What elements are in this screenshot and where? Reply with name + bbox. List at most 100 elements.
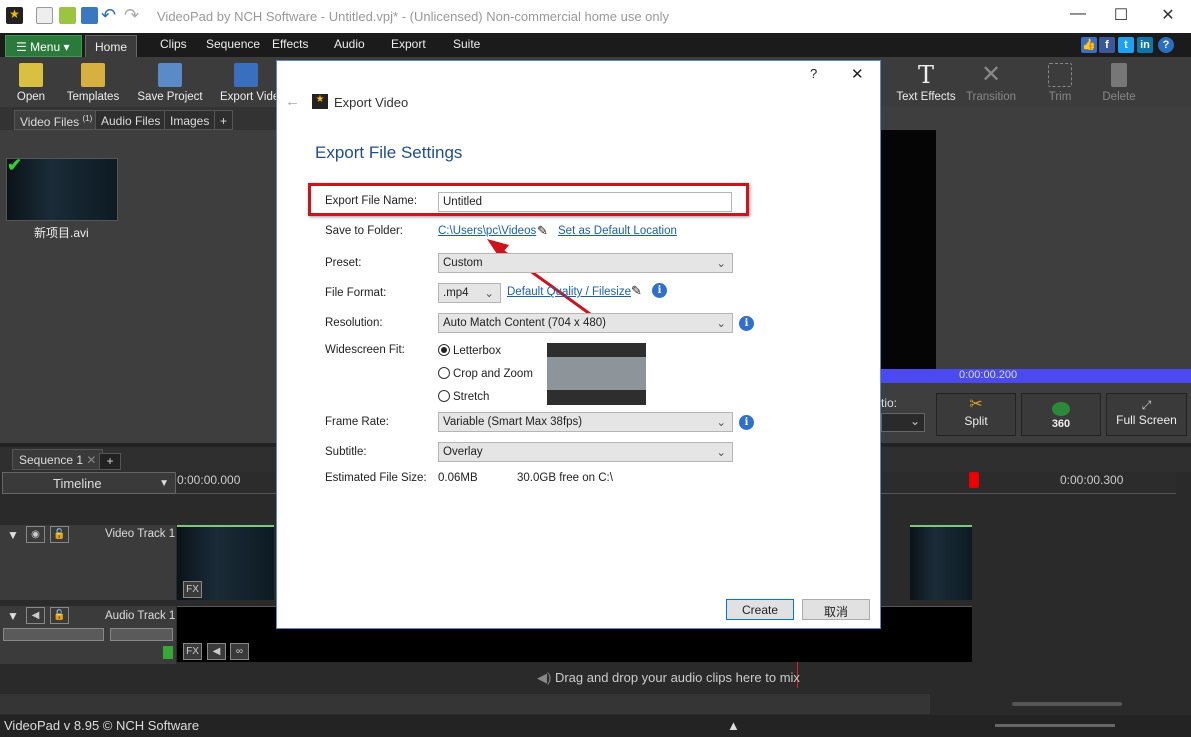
open-button[interactable]: Open <box>12 57 50 103</box>
new-project-icon[interactable] <box>36 7 53 24</box>
radio-letterbox[interactable]: Letterbox <box>438 344 501 357</box>
collapse-icon[interactable]: ▼ <box>7 609 19 623</box>
export-video-dialog: ← ★ Export Video ? ✕ Export File Setting… <box>276 60 881 629</box>
dialog-help-button[interactable]: ? <box>810 66 817 81</box>
label: Letterbox <box>453 345 501 357</box>
tab-suite[interactable]: Suite <box>453 37 480 51</box>
audio-fx-button[interactable]: FX <box>183 643 202 660</box>
tab-clips[interactable]: Clips <box>160 37 187 51</box>
tab-video-files[interactable]: Video Files (1) <box>14 110 99 130</box>
transition-button[interactable]: ✕ Transition <box>964 57 1018 104</box>
redo-icon[interactable]: ↷ <box>124 5 139 26</box>
save-icon[interactable] <box>81 7 98 24</box>
video-clip-end[interactable] <box>910 525 972 600</box>
lock-icon[interactable]: 🔓 <box>50 607 69 624</box>
menu-button[interactable]: ☰ Menu ▾ <box>5 35 82 57</box>
tab-export[interactable]: Export <box>391 37 426 51</box>
trim-button[interactable]: Trim <box>1040 57 1080 103</box>
tab-sequence-1[interactable]: Sequence 1 ✕ <box>12 449 104 470</box>
folder-label: Save to Folder: <box>325 225 403 237</box>
back-arrow-icon[interactable]: ← <box>285 93 300 110</box>
file-name-input[interactable]: Untitled <box>438 192 732 212</box>
dialog-title: Export Video <box>334 95 409 110</box>
framerate-select[interactable]: Variable (Smart Max 38fps) ⌄ <box>438 412 733 432</box>
radio-crop-and-zoom[interactable]: Crop and Zoom <box>438 367 533 380</box>
like-icon[interactable]: 👍 <box>1081 37 1097 53</box>
360-button[interactable]: 360 <box>1021 393 1101 436</box>
size-label: Estimated File Size: <box>325 472 427 484</box>
free-space: 30.0GB free on C:\ <box>517 472 613 484</box>
export-video-button[interactable]: Export Video <box>220 57 276 103</box>
video-clip[interactable]: FX <box>177 525 274 600</box>
info-icon[interactable]: i <box>739 415 754 430</box>
tab-audio-files[interactable]: Audio Files <box>95 110 167 130</box>
templates-icon <box>81 63 105 87</box>
full-screen-button[interactable]: ⤢ Full Screen <box>1106 393 1187 436</box>
add-sequence-button[interactable]: + <box>99 453 121 470</box>
resolution-select[interactable]: Auto Match Content (704 x 480) ⌄ <box>438 313 733 333</box>
close-tab-icon[interactable]: ✕ <box>86 453 96 467</box>
preview-time-bar[interactable]: 0:00:00.200 <box>881 369 1191 383</box>
volume-slider[interactable] <box>3 628 104 641</box>
undo-icon[interactable]: ↶ <box>101 5 116 26</box>
tab-audio[interactable]: Audio <box>334 37 365 51</box>
count: (1) <box>82 114 93 123</box>
audio-track-label: Audio Track 1 <box>105 610 176 622</box>
facebook-icon[interactable]: f <box>1099 37 1115 53</box>
cancel-button[interactable]: 取消 <box>802 599 870 620</box>
media-thumbnail[interactable]: ✔ <box>6 155 118 221</box>
collapse-icon[interactable]: ▼ <box>7 528 19 542</box>
lock-icon[interactable]: 🔓 <box>50 526 69 543</box>
text-effects-button[interactable]: T Text Effects <box>894 57 958 103</box>
value: .mp4 <box>443 287 469 299</box>
quality-link[interactable]: Default Quality / Filesize <box>507 286 631 298</box>
split-button[interactable]: ✂ Split <box>936 393 1016 436</box>
timeline-mode-select[interactable]: Timeline ▼ <box>2 472 176 494</box>
minimize-button[interactable]: — <box>1058 5 1098 23</box>
close-button[interactable]: ✕ <box>1148 5 1188 25</box>
linkedin-icon[interactable]: in <box>1137 37 1153 53</box>
radio-stretch[interactable]: Stretch <box>438 390 489 403</box>
trim-icon <box>1048 63 1072 87</box>
add-bin-tab-button[interactable]: + <box>214 110 234 130</box>
clip-fx-button[interactable]: FX <box>183 581 202 598</box>
info-icon[interactable]: i <box>739 316 754 331</box>
level-meter <box>163 646 173 659</box>
dialog-close-button[interactable]: ✕ <box>851 65 864 83</box>
format-select[interactable]: .mp4 ⌄ <box>438 283 501 303</box>
delete-button[interactable]: Delete <box>1099 57 1139 103</box>
label: Crop and Zoom <box>453 368 533 380</box>
open-project-icon[interactable] <box>59 7 76 24</box>
twitter-icon[interactable]: t <box>1118 37 1134 53</box>
zoom-slider[interactable] <box>1012 702 1122 706</box>
tab-sequence[interactable]: Sequence <box>206 37 260 51</box>
label: Text Effects <box>896 91 956 103</box>
label: Templates <box>66 91 120 103</box>
save-project-button[interactable]: Save Project <box>136 57 204 103</box>
help-icon[interactable]: ? <box>1158 37 1174 53</box>
expand-up-icon[interactable]: ▲ <box>727 718 740 733</box>
playhead[interactable] <box>969 472 979 488</box>
tab-effects[interactable]: Effects <box>272 37 308 51</box>
templates-button[interactable]: Templates <box>62 57 124 103</box>
link-icon[interactable]: ∞ <box>230 643 249 660</box>
horizontal-scrollbar[interactable] <box>0 694 930 714</box>
speaker-icon[interactable]: ◀ <box>26 607 45 624</box>
tab-home[interactable]: Home <box>85 35 137 57</box>
subtitle-select[interactable]: Overlay ⌄ <box>438 442 733 462</box>
create-button[interactable]: Create <box>726 599 794 620</box>
export-icon <box>234 63 258 87</box>
preset-select[interactable]: Custom ⌄ <box>438 253 733 273</box>
trash-icon <box>1111 63 1127 87</box>
edit-quality-pencil-icon[interactable]: ✎ <box>631 283 642 299</box>
360-icon <box>1052 402 1070 416</box>
master-volume-slider[interactable] <box>995 724 1115 727</box>
estimated-size: 0.06MB <box>438 472 478 484</box>
tab-images[interactable]: Images <box>164 110 216 130</box>
eye-icon[interactable]: ◉ <box>26 526 45 543</box>
ratio-select[interactable]: ⌄ <box>881 413 925 432</box>
audio-volume-icon[interactable]: ◀ <box>207 643 226 660</box>
info-icon[interactable]: i <box>652 283 667 298</box>
pan-slider[interactable] <box>110 628 173 641</box>
maximize-button[interactable]: ☐ <box>1101 5 1141 25</box>
